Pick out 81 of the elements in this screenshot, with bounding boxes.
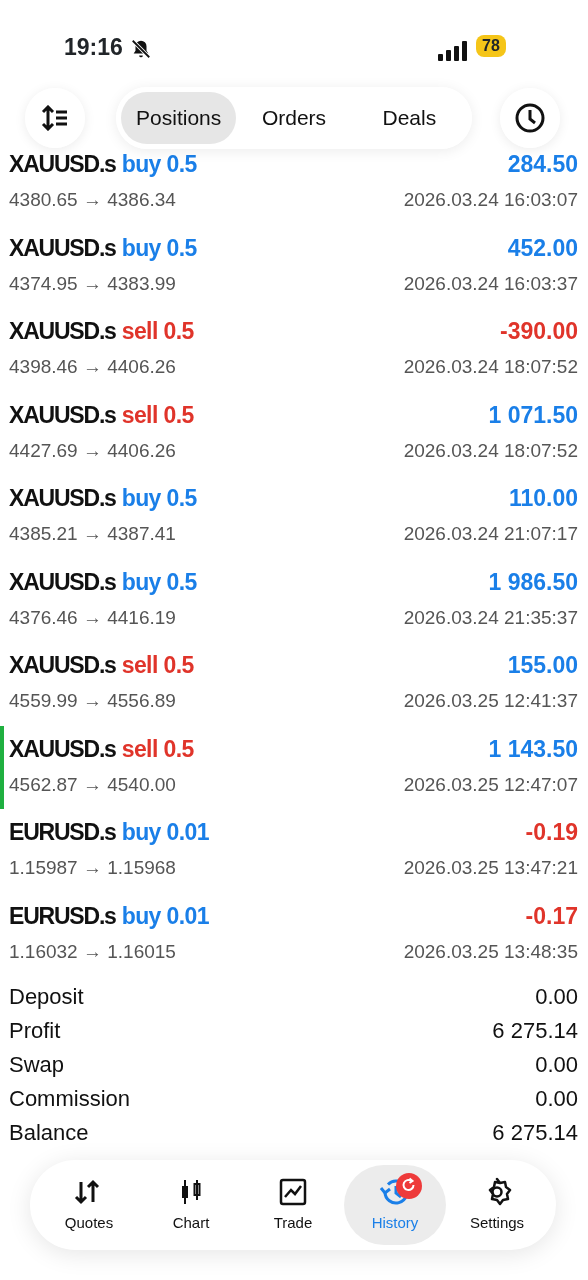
tab-bar-item[interactable]: Trade <box>242 1165 344 1245</box>
summary-value: 0.00 <box>535 1085 578 1113</box>
symbol-text: XAUUSD.s <box>9 234 116 261</box>
summary-label: Balance <box>9 1119 89 1147</box>
summary-value: 6 275.14 <box>492 1119 578 1147</box>
summary-label: Commission <box>9 1085 131 1113</box>
side-volume-text: buy 0.5 <box>121 234 197 261</box>
symbol-text: XAUUSD.s <box>9 485 116 511</box>
summary-value: 6 275.14 <box>492 1017 578 1045</box>
deal-row[interactable]: XAUUSD.s buy 0.5 1 986.50 4376.46 → 4416.19 2026.03.24 21:35:37 <box>9 568 578 632</box>
side-volume-text: sell 0.5 <box>121 652 194 678</box>
side-volume-text: sell 0.5 <box>121 735 194 762</box>
summary-label: Swap <box>9 1051 65 1079</box>
summary-value: 0.00 <box>535 983 578 1011</box>
side-volume-text: buy 0.01 <box>121 819 209 845</box>
profit-text: 1 071.50 <box>488 401 578 428</box>
time-text: 2026.03.25 12:47:07 <box>403 772 578 797</box>
deal-row[interactable]: XAUUSD.s buy 0.5 284.50 4380.65 → 4386.34 2026.03.24 16:03:07 <box>9 151 578 215</box>
deal-row[interactable]: XAUUSD.s sell 0.5 155.00 4559.99 → 4556.89 2026.03.25 12:41:37 <box>9 652 578 716</box>
profit-text: 110.00 <box>508 485 578 511</box>
profit-text: 155.00 <box>507 652 578 678</box>
symbol-text: EURUSD.s <box>9 819 116 845</box>
time-text: 2026.03.24 16:03:37 <box>403 271 578 296</box>
side-volume-text: buy 0.5 <box>121 151 197 177</box>
summary-value: 0.00 <box>535 1051 578 1079</box>
deal-row[interactable]: XAUUSD.s sell 0.5 -390.00 4398.46 → 4406.26 2026.03.24 18:07:52 <box>9 318 578 382</box>
profit-text: -390.00 <box>500 318 578 344</box>
deal-row[interactable]: EURUSD.s buy 0.01 -0.17 1.16032 → 1.16015 2026.03.25 13:48:35 <box>9 902 578 966</box>
tab-bar-item[interactable]: Settings <box>446 1165 548 1245</box>
side-volume-text: sell 0.5 <box>121 318 194 344</box>
profit-text: -0.17 <box>525 902 578 929</box>
time-text: 2026.03.25 13:48:35 <box>403 939 578 964</box>
prices-text: 4562.87 → 4540.00 <box>9 772 176 797</box>
signal-icon <box>438 38 468 62</box>
sort-icon <box>41 105 69 131</box>
prices-text: 1.16032 → 1.16015 <box>9 939 176 964</box>
deal-row[interactable]: XAUUSD.s buy 0.5 110.00 4385.21 → 4387.41 2026.03.24 21:07:17 <box>9 485 578 549</box>
battery-level: 78 <box>476 35 506 57</box>
deal-row[interactable]: XAUUSD.s buy 0.5 452.00 4374.95 → 4383.99 2026.03.24 16:03:37 <box>9 234 578 298</box>
symbol-text: XAUUSD.s <box>9 401 116 428</box>
prices-text: 4398.46 → 4406.26 <box>9 355 176 379</box>
tab[interactable]: Orders <box>236 92 352 144</box>
time-text: 2026.03.24 21:07:17 <box>403 522 578 546</box>
time-text: 2026.03.24 21:35:37 <box>403 605 578 630</box>
deal-row[interactable]: EURUSD.s buy 0.01 -0.19 1.15987 → 1.15968 2026.03.25 13:47:21 <box>9 819 578 883</box>
clock-icon <box>514 102 546 134</box>
time-text: 2026.03.24 16:03:07 <box>403 188 578 212</box>
prices-text: 4376.46 → 4416.19 <box>9 605 176 630</box>
side-volume-text: sell 0.5 <box>121 401 194 428</box>
symbol-text: XAUUSD.s <box>9 151 116 177</box>
profit-text: 452.00 <box>507 234 578 261</box>
profit-text: 1 143.50 <box>488 735 578 762</box>
symbol-text: XAUUSD.s <box>9 318 116 344</box>
profit-text: 284.50 <box>507 151 578 177</box>
side-volume-text: buy 0.5 <box>121 485 197 511</box>
prices-text: 4427.69 → 4406.26 <box>9 438 176 463</box>
side-volume-text: buy 0.5 <box>121 568 197 595</box>
prices-text: 4380.65 → 4386.34 <box>9 188 176 212</box>
prices-text: 4559.99 → 4556.89 <box>9 689 176 713</box>
time-text: 2026.03.25 12:41:37 <box>403 689 578 713</box>
tab[interactable]: Deals <box>351 92 467 144</box>
symbol-text: XAUUSD.s <box>9 568 116 595</box>
side-volume-text: buy 0.01 <box>121 902 209 929</box>
deal-row[interactable]: XAUUSD.s sell 0.5 1 071.50 4427.69 → 4406.26 2026.03.24 18:07:52 <box>9 401 578 465</box>
symbol-text: XAUUSD.s <box>9 735 116 762</box>
profit-text: 1 986.50 <box>488 568 578 595</box>
time-text: 2026.03.24 18:07:52 <box>403 355 578 379</box>
tab-bar-item[interactable]: Quotes <box>38 1165 140 1245</box>
symbol-text: XAUUSD.s <box>9 652 116 678</box>
symbol-text: EURUSD.s <box>9 902 116 929</box>
summary-label: Profit <box>9 1017 61 1045</box>
time-text: 2026.03.25 13:47:21 <box>403 856 578 880</box>
summary-label: Deposit <box>9 983 84 1011</box>
status-time: 19:16 <box>64 33 123 62</box>
tab-bar-item[interactable]: Chart <box>140 1165 242 1245</box>
time-text: 2026.03.24 18:07:52 <box>403 438 578 463</box>
prices-text: 1.15987 → 1.15968 <box>9 856 176 880</box>
prices-text: 4385.21 → 4387.41 <box>9 522 176 546</box>
prices-text: 4374.95 → 4383.99 <box>9 271 176 296</box>
tab[interactable]: Positions <box>121 92 237 144</box>
profit-text: -0.19 <box>525 819 578 845</box>
